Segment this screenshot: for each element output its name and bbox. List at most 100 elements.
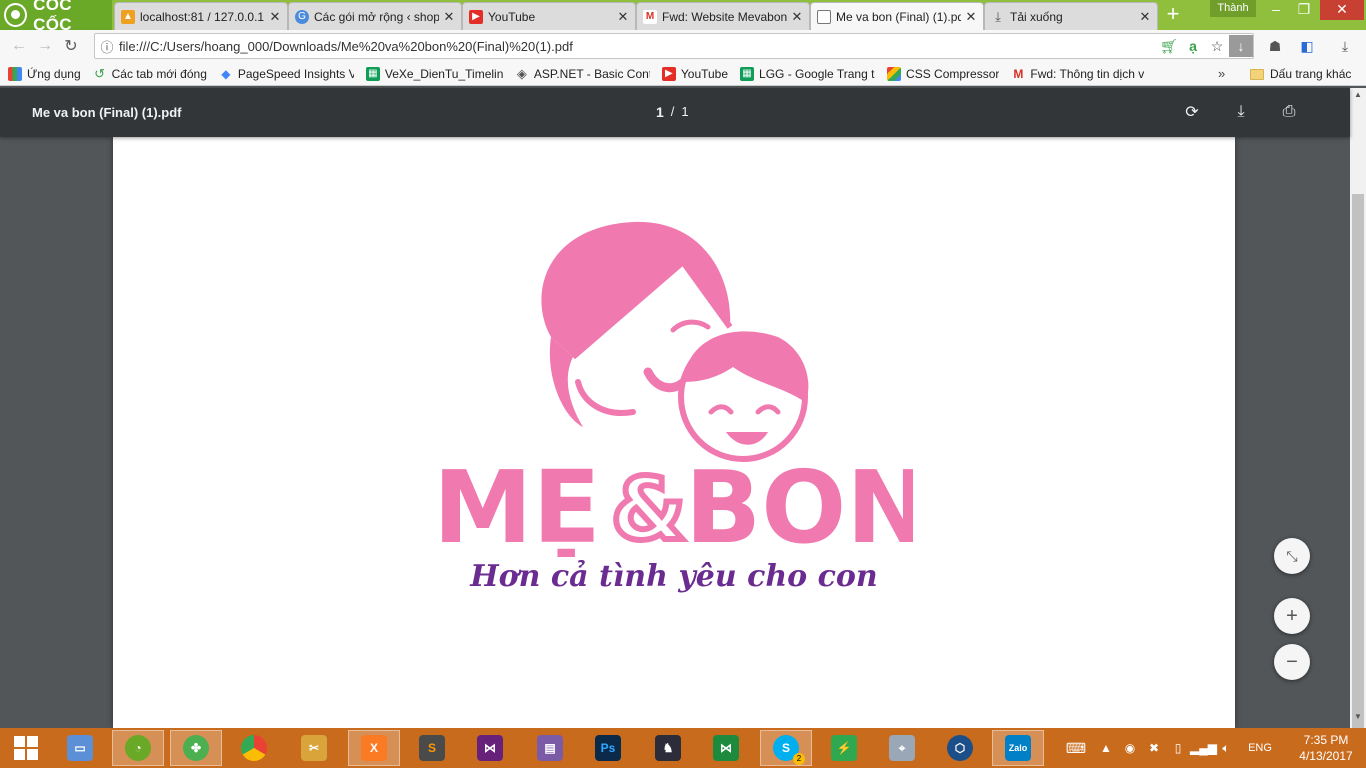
translate-icon[interactable]: ◧ [1294,34,1320,58]
taskbar-winrar[interactable]: ▤ [524,730,576,766]
sheets-icon: ▦ [365,66,380,81]
browser-brand[interactable]: CỐC CỐC [0,0,112,34]
maximize-button[interactable]: ❐ [1290,0,1318,20]
winrar-icon: ▤ [537,735,563,761]
window-close-button[interactable]: ✕ [1320,0,1364,20]
bookmark-gmail[interactable]: M Fwd: Thông tin dịch v [1011,67,1144,81]
downloads-icon[interactable]: ⤓ [1332,34,1358,58]
scroll-up-icon[interactable]: ▲ [1350,90,1366,104]
notification-icon[interactable]: ◉ [1118,741,1142,755]
save-download-icon[interactable]: ↓ [1229,35,1253,57]
zoom-out-button[interactable]: − [1274,644,1310,680]
profile-button[interactable]: Thành [1210,0,1256,17]
scroll-down-icon[interactable]: ▼ [1350,712,1366,726]
print-icon[interactable]: ⎙ [1277,100,1301,124]
taskbar-transfer[interactable]: ⚡ [818,730,870,766]
taskbar-vscode[interactable]: ⋈ [700,730,752,766]
logo-word-bon: BON [685,449,913,557]
tab-label: Fwd: Website Mevabon [662,9,787,24]
battery-icon[interactable]: ▯ [1166,741,1190,755]
tab-downloads[interactable]: ⤓ Tải xuống ✕ [984,2,1158,30]
tab-extensions[interactable]: G Các gói mở rộng ‹ shop ✕ [288,2,462,30]
signal-icon[interactable]: ▂▄▆ [1190,741,1217,755]
info-icon[interactable]: ⓘ [95,37,119,56]
folder-icon [1250,68,1264,80]
browser-toolbar: ← → ↻ ⓘ file:///C:/Users/hoang_000/Downl… [0,30,1366,62]
tab-localhost[interactable]: ▲ localhost:81 / 127.0.0.1 ✕ [114,2,288,30]
taskbar-network-tool[interactable]: ⌖ [876,730,928,766]
current-page-input[interactable]: 1 [656,104,664,120]
shopping-cart-icon[interactable]: 🛒︎ [1157,38,1181,55]
bookmark-pagespeed[interactable]: ◆ PageSpeed Insights V [219,67,354,81]
close-icon[interactable]: ✕ [1139,9,1151,25]
taskbar-chrome[interactable] [228,730,280,766]
taskbar-skype[interactable]: S 2 [760,730,812,766]
system-clock[interactable]: 7:35 PM 4/13/2017 [1296,732,1356,764]
pdf-viewer[interactable]: MẸ & BON Hơn cả tình yêu cho con ⤡ + − [0,137,1350,728]
new-tab-button[interactable]: + [1160,3,1186,26]
rotate-icon[interactable]: ⟳ [1180,100,1204,124]
bookmarks-overflow-button[interactable]: » [1218,62,1225,86]
taskbar-zalo[interactable]: Zalo [992,730,1044,766]
bookmark-youtube[interactable]: ▶ YouTube [661,66,728,81]
sheets-icon: ▦ [740,66,755,81]
recent-tabs-icon: ↺ [94,65,106,81]
taskbar-virtualbox[interactable]: ⬡ [934,730,986,766]
scrollbar-thumb[interactable] [1352,194,1364,734]
other-bookmarks[interactable]: Dấu trang khác [1250,62,1351,86]
vietnamese-input-icon[interactable]: ạ [1181,38,1205,54]
close-icon[interactable]: ✕ [443,9,455,25]
pdf-toolbar: Me va bon (Final) (1).pdf 1 / 1 ⟳ ⤓ ⎙ [0,88,1350,137]
tab-pdf[interactable]: Me va bon (Final) (1).pdf ✕ [810,2,984,30]
bookmark-star-icon[interactable]: ☆ [1205,38,1229,55]
fit-to-page-button[interactable]: ⤡ [1274,538,1310,574]
taskbar-visual-studio[interactable]: ⋈ [464,730,516,766]
close-icon[interactable]: ✕ [617,9,629,25]
download-icon[interactable]: ⤓ [1229,100,1253,124]
zoom-in-button[interactable]: + [1274,598,1310,634]
language-indicator[interactable]: ENG [1238,742,1282,754]
volume-icon[interactable]: 🔈︎ [1214,741,1238,756]
bookmark-css-compressor[interactable]: CSS Compressor [887,66,999,81]
bookmark-recent-tabs[interactable]: ↺ Các tab mới đóng [93,65,207,81]
transfer-icon: ⚡ [831,735,857,761]
taskbar-coccoc[interactable]: ◔ [112,730,164,766]
remote-desktop-icon: ▭ [67,735,93,761]
tab-youtube[interactable]: ▶ YouTube ✕ [462,2,636,30]
close-icon[interactable]: ✕ [269,9,281,25]
taskbar-remote-desktop[interactable]: ▭ [54,730,106,766]
bookmark-label: Các tab mới đóng [111,66,207,81]
bookmark-apps[interactable]: Ứng dụng [8,66,81,81]
mother-chin [575,379,636,416]
address-bar[interactable]: ⓘ file:///C:/Users/hoang_000/Downloads/M… [94,33,1254,59]
close-icon[interactable]: ✕ [965,9,977,25]
photoshop-icon: Ps [595,735,621,761]
taskbar-game[interactable]: ♞ [642,730,694,766]
taskbar-xampp[interactable]: X [348,730,400,766]
tab-gmail[interactable]: M Fwd: Website Mevabon ✕ [636,2,810,30]
back-button[interactable]: ← [6,33,32,59]
start-button[interactable] [0,728,52,768]
forward-button[interactable]: → [32,33,58,59]
taskbar-sublime[interactable]: S [406,730,458,766]
tab-strip: CỐC CỐC ▲ localhost:81 / 127.0.0.1 ✕ G C… [0,0,1366,34]
network-disconnected-icon[interactable]: ✖ [1142,741,1166,755]
youtube-icon: ▶ [469,9,483,24]
close-icon[interactable]: ✕ [791,9,803,25]
taskbar-tools[interactable]: ✂ [288,730,340,766]
bookmark-aspnet[interactable]: ◈ ASP.NET - Basic Contr [515,66,650,81]
keyboard-icon[interactable]: ⌨ [1058,740,1094,757]
apps-grid-icon [8,66,22,81]
bookmark-lgg[interactable]: ▦ LGG - Google Trang tí [740,66,875,81]
url-text[interactable]: file:///C:/Users/hoang_000/Downloads/Me%… [119,39,1157,54]
bookmark-vexe[interactable]: ▦ VeXe_DienTu_Timeline [365,66,503,81]
css-compressor-icon [887,66,902,81]
minimize-button[interactable]: – [1262,0,1290,20]
taskbar-photoshop[interactable]: Ps [582,730,634,766]
extension-icon[interactable]: ☗ [1262,34,1288,58]
show-hidden-icons-icon[interactable]: ▲ [1094,741,1118,755]
vertical-scrollbar[interactable]: ▲ ▼ [1350,88,1366,734]
taskbar-clover[interactable]: ✤ [170,730,222,766]
reload-button[interactable]: ↻ [58,33,84,59]
tab-label: Tải xuống [1010,9,1063,24]
